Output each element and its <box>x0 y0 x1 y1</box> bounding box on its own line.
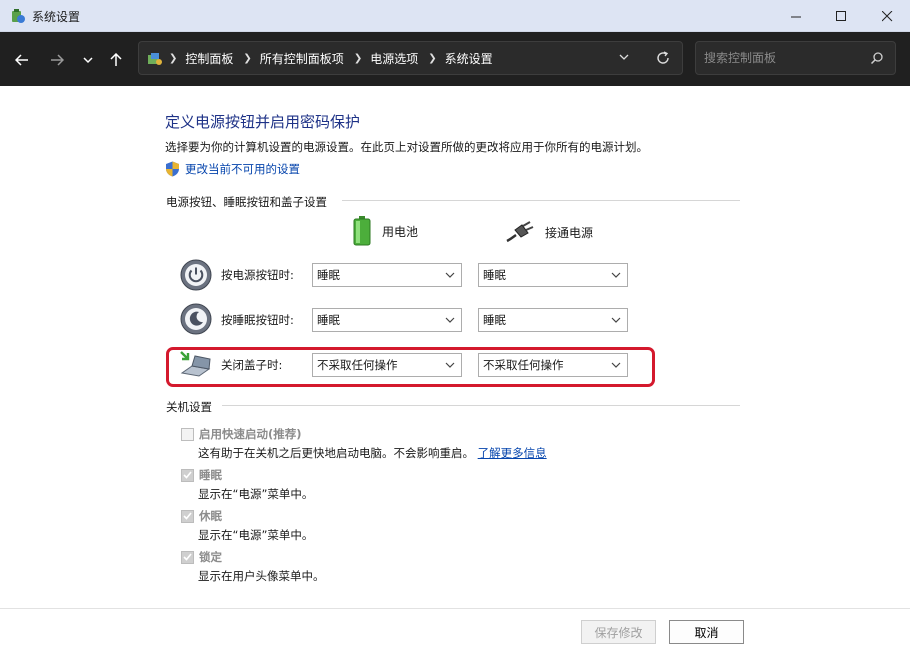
hibernate-option-description: 显示在“电源”菜单中。 <box>198 528 314 542</box>
cancel-button[interactable]: 取消 <box>669 620 744 644</box>
chevron-down-icon <box>611 362 621 368</box>
checkmark-icon <box>183 471 192 479</box>
sleep-option[interactable]: 睡眠 <box>181 467 222 483</box>
sleep-option-label: 睡眠 <box>199 468 222 482</box>
power-button-battery-select[interactable]: 睡眠 <box>312 263 462 287</box>
control-panel-icon <box>148 53 162 65</box>
address-history-dropdown[interactable] <box>617 50 631 67</box>
breadcrumb-separator-icon: ❯ <box>243 52 252 64</box>
shutdown-section-label: 关机设置 <box>166 400 212 414</box>
breadcrumb-item-system-settings[interactable]: 系统设置 <box>445 50 493 67</box>
chevron-down-icon <box>83 57 93 64</box>
change-unavailable-settings-link[interactable]: 更改当前不可用的设置 <box>165 161 300 177</box>
breadcrumb-item-control-panel[interactable]: 控制面板 <box>185 50 233 67</box>
battery-column-header: 用电池 <box>352 216 418 246</box>
select-value: 不采取任何操作 <box>483 358 564 372</box>
close-button[interactable] <box>864 0 910 32</box>
power-plug-icon <box>506 221 534 243</box>
sleep-button-label: 按睡眠按钮时: <box>221 313 294 327</box>
window-title: 系统设置 <box>32 10 81 24</box>
plugged-in-column-header: 接通电源 <box>505 221 593 243</box>
lid-close-plugged-select[interactable]: 不采取任何操作 <box>478 353 628 377</box>
lid-close-label: 关闭盖子时: <box>221 358 283 372</box>
lock-option[interactable]: 锁定 <box>181 549 222 565</box>
hibernate-option[interactable]: 休眠 <box>181 508 222 524</box>
close-icon <box>881 10 892 21</box>
breadcrumb-item-power-options[interactable]: 电源选项 <box>370 50 418 67</box>
breadcrumb: ❯ 控制面板 ❯ 所有控制面板项 ❯ 电源选项 ❯ 系统设置 <box>169 42 493 74</box>
breadcrumb-separator-icon: ❯ <box>169 52 178 64</box>
breadcrumb-separator-icon: ❯ <box>353 52 363 64</box>
select-value: 睡眠 <box>483 313 506 327</box>
checkmark-icon <box>183 512 192 520</box>
sleep-button-battery-select[interactable]: 睡眠 <box>312 308 462 332</box>
lid-close-battery-select[interactable]: 不采取任何操作 <box>312 353 462 377</box>
battery-icon <box>353 216 371 246</box>
checkmark-icon <box>183 553 192 561</box>
breadcrumb-separator-icon: ❯ <box>428 52 437 64</box>
arrow-right-icon <box>51 54 64 66</box>
refresh-button[interactable] <box>655 50 671 69</box>
recent-locations-button[interactable] <box>77 49 99 71</box>
hibernate-option-label: 休眠 <box>199 509 222 523</box>
section-divider <box>342 200 740 201</box>
chevron-down-icon <box>611 272 621 278</box>
page-description: 选择要为你的计算机设置的电源设置。在此页上对设置所做的更改将应用于你所有的电源计… <box>165 140 648 154</box>
fast-startup-description: 这有助于在关机之后更快地启动电脑。不会影响重启。 了解更多信息 <box>198 445 547 461</box>
fast-startup-description-text: 这有助于在关机之后更快地启动电脑。不会影响重启。 <box>198 446 474 460</box>
footer-divider <box>0 608 910 609</box>
plugged-in-column-label: 接通电源 <box>545 225 594 240</box>
select-value: 睡眠 <box>483 268 506 282</box>
fast-startup-label: 启用快速启动(推荐) <box>199 427 302 441</box>
sleep-checkbox[interactable] <box>181 468 194 482</box>
maximize-button[interactable] <box>818 0 864 32</box>
refresh-icon <box>657 51 669 64</box>
search-input[interactable] <box>704 49 864 67</box>
breadcrumb-item-all-items[interactable]: 所有控制面板项 <box>260 50 344 67</box>
select-value: 睡眠 <box>317 313 340 327</box>
chevron-down-icon <box>445 317 455 323</box>
change-unavailable-settings-label[interactable]: 更改当前不可用的设置 <box>185 161 300 177</box>
select-value: 睡眠 <box>317 268 340 282</box>
lock-option-description: 显示在用户头像菜单中。 <box>198 569 325 583</box>
chevron-down-icon <box>445 272 455 278</box>
navigation-bar: ❯ 控制面板 ❯ 所有控制面板项 ❯ 电源选项 ❯ 系统设置 <box>0 32 910 86</box>
chevron-down-icon <box>445 362 455 368</box>
search-box[interactable] <box>695 41 896 75</box>
sleep-button-plugged-select[interactable]: 睡眠 <box>478 308 628 332</box>
up-button[interactable] <box>105 49 127 71</box>
forward-button[interactable] <box>46 49 68 71</box>
power-button-plugged-select[interactable]: 睡眠 <box>478 263 628 287</box>
sleep-option-description: 显示在“电源”菜单中。 <box>198 487 314 501</box>
save-changes-button[interactable]: 保存修改 <box>581 620 656 644</box>
hibernate-checkbox[interactable] <box>181 509 194 523</box>
page-title: 定义电源按钮并启用密码保护 <box>165 113 361 131</box>
select-value: 不采取任何操作 <box>317 358 398 372</box>
laptop-lid-icon <box>180 351 211 377</box>
maximize-icon <box>835 10 846 21</box>
power-section-label: 电源按钮、睡眠按钮和盖子设置 <box>166 195 327 209</box>
lock-option-label: 锁定 <box>199 550 222 564</box>
power-options-app-icon <box>12 9 25 23</box>
section-divider <box>222 405 740 406</box>
search-icon[interactable] <box>870 51 884 65</box>
battery-column-label: 用电池 <box>382 224 419 239</box>
fast-startup-checkbox[interactable] <box>181 427 194 441</box>
learn-more-link[interactable]: 了解更多信息 <box>478 446 547 460</box>
power-button-label: 按电源按钮时: <box>221 268 294 282</box>
sleep-button-icon <box>180 303 212 335</box>
arrow-up-icon <box>110 53 122 66</box>
chevron-down-icon <box>619 54 629 60</box>
chevron-down-icon <box>611 317 621 323</box>
fast-startup-option[interactable]: 启用快速启动(推荐) <box>181 426 302 442</box>
shield-icon <box>166 161 179 177</box>
title-bar: 系统设置 <box>0 0 910 32</box>
address-bar[interactable]: ❯ 控制面板 ❯ 所有控制面板项 ❯ 电源选项 ❯ 系统设置 <box>138 41 683 75</box>
power-button-icon <box>180 259 212 291</box>
back-button[interactable] <box>11 49 33 71</box>
lock-checkbox[interactable] <box>181 550 194 564</box>
minimize-button[interactable] <box>773 0 819 32</box>
arrow-left-icon <box>15 54 28 66</box>
minimize-icon <box>790 16 801 17</box>
